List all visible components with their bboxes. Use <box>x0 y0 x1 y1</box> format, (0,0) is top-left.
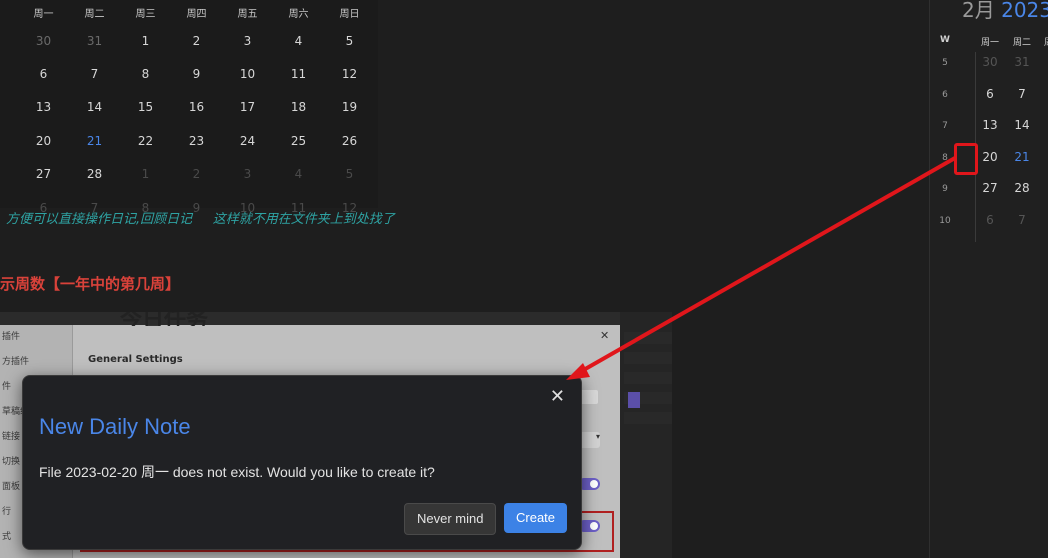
calendar-day[interactable]: 28 <box>69 158 120 191</box>
weekday-header: 周一 <box>33 8 54 20</box>
weekday-header: 周六 <box>288 8 309 20</box>
calendar-day[interactable]: 5 <box>324 158 375 191</box>
calendar-day[interactable]: 27 <box>975 181 1005 195</box>
weekday-header: 周四 <box>186 8 207 20</box>
note-text: 方便可以直接操作日记,回顾日记 这样就不用在文件夹上到处找了 <box>6 212 395 227</box>
calendar-day[interactable]: 2 <box>1038 150 1048 164</box>
settings-title: General Settings <box>88 354 183 365</box>
calendar-day[interactable]: 26 <box>324 124 375 157</box>
never-mind-button[interactable]: Never mind <box>404 503 497 535</box>
week-number[interactable]: 5 <box>930 58 960 68</box>
weekday-header: 周三 <box>135 8 156 20</box>
close-icon[interactable]: ✕ <box>550 386 565 407</box>
calendar-day[interactable]: 30 <box>18 24 69 57</box>
calendar-day[interactable]: 25 <box>273 124 324 157</box>
weekday-header: 周二 <box>84 8 105 20</box>
calendar-day[interactable]: 23 <box>171 124 222 157</box>
calendar-day[interactable]: 1 <box>120 158 171 191</box>
screenshot-heading: 今日任务 <box>120 312 209 326</box>
calendar-day[interactable]: 16 <box>171 91 222 124</box>
calendar-day[interactable]: 1 <box>120 24 171 57</box>
calendar-day[interactable]: 6 <box>18 57 69 90</box>
calendar-day[interactable]: 15 <box>120 91 171 124</box>
calendar-day[interactable]: 4 <box>273 158 324 191</box>
weekday-header: 周五 <box>237 8 258 20</box>
calendar-day[interactable]: 31 <box>69 24 120 57</box>
week-number[interactable]: 6 <box>930 90 960 100</box>
dialog-message: File 2023-02-20 周一 does not exist. Would… <box>39 464 435 480</box>
settings-sidebar-item: 方插件 <box>2 357 30 367</box>
calendar-day[interactable]: 2 <box>171 24 222 57</box>
month-calendar: 周一 周二 周三 周四 周五 周六 周日 30 31 1 2 3 4 5 6 7 8 9 10 11 12 13 14 15… <box>0 0 378 215</box>
calendar-day[interactable]: 6 <box>975 87 1005 101</box>
calendar-day[interactable]: 2 <box>171 158 222 191</box>
screenshot-right-strip <box>620 312 672 558</box>
calendar-day[interactable]: 21 <box>69 124 120 157</box>
create-button[interactable]: Create <box>504 503 568 533</box>
settings-close-icon: ✕ <box>600 329 610 342</box>
weekday-header: 周一 <box>981 38 1000 48</box>
calendar-day[interactable]: 19 <box>324 91 375 124</box>
calendar-day[interactable]: 28 <box>1007 181 1037 195</box>
calendar-day[interactable]: 8 <box>120 57 171 90</box>
calendar-day[interactable]: 3 <box>222 158 273 191</box>
calendar-day[interactable]: 30 <box>975 55 1005 69</box>
calendar-day[interactable]: 7 <box>69 57 120 90</box>
new-daily-note-dialog: ✕ New Daily Note File 2023-02-20 周一 does… <box>22 375 582 550</box>
calendar-day[interactable]: 9 <box>171 57 222 90</box>
calendar-day[interactable]: 6 <box>975 213 1005 227</box>
calendar-day[interactable]: 31 <box>1007 55 1037 69</box>
calendar-day[interactable]: 24 <box>222 124 273 157</box>
calendar-day[interactable]: 20 <box>975 150 1005 164</box>
calendar-day[interactable]: 17 <box>222 91 273 124</box>
calendar-day[interactable]: 7 <box>1007 87 1037 101</box>
calendar-sidebar: 2月 2023 W 周一周二周5303166771314820212927281… <box>929 0 1048 558</box>
section-heading: 示周数【一年中的第几周】 <box>0 275 181 293</box>
setting-input <box>580 390 598 404</box>
week-number[interactable]: 9 <box>930 184 960 194</box>
mini-calendar-preview <box>624 332 672 432</box>
year-label: 2023 <box>1001 0 1048 22</box>
calendar-day[interactable]: 10 <box>222 57 273 90</box>
settings-sidebar-item: 插件 <box>2 332 21 342</box>
calendar-day[interactable]: 11 <box>273 57 324 90</box>
week-number[interactable]: 7 <box>930 121 960 131</box>
calendar-day[interactable]: 5 <box>324 24 375 57</box>
month-label: 2月 <box>962 0 995 22</box>
calendar-grid: 周一 周二 周三 周四 周五 周六 周日 30 31 1 2 3 4 5 6 7 8 9 10 11 12 13 14 15… <box>18 0 375 224</box>
calendar-day[interactable]: 14 <box>69 91 120 124</box>
calendar-day[interactable]: 21 <box>1007 150 1037 164</box>
selected-day-marker <box>628 392 640 408</box>
calendar-day[interactable]: 18 <box>273 91 324 124</box>
week-number-highlight <box>954 143 978 175</box>
weekday-header: 周日 <box>339 8 360 20</box>
calendar-day[interactable]: 20 <box>18 124 69 157</box>
calendar-day[interactable]: 12 <box>324 57 375 90</box>
main-pane: 周一 周二 周三 周四 周五 周六 周日 30 31 1 2 3 4 5 6 7 8 9 10 11 12 13 14 15… <box>0 0 929 558</box>
calendar-day[interactable]: 22 <box>120 124 171 157</box>
calendar-day[interactable]: 13 <box>18 91 69 124</box>
weekday-header: 周二 <box>1013 38 1032 48</box>
calendar-day[interactable]: 3 <box>222 24 273 57</box>
calendar-day[interactable]: 14 <box>1007 118 1037 132</box>
dialog-title: New Daily Note <box>39 414 191 439</box>
week-column-header: W <box>940 35 950 45</box>
calendar-day[interactable]: 13 <box>975 118 1005 132</box>
calendar-day[interactable]: 27 <box>18 158 69 191</box>
calendar-day[interactable]: 4 <box>273 24 324 57</box>
week-number[interactable]: 10 <box>930 216 960 226</box>
month-title: 2月 2023 <box>962 0 1048 23</box>
weekday-header: 周 <box>1044 35 1048 48</box>
calendar-day[interactable]: 7 <box>1007 213 1037 227</box>
